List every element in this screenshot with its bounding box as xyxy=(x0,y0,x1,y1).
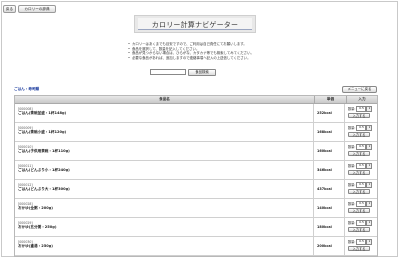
food-name: ごはん(どんぶり大・1杯300g) xyxy=(18,187,70,191)
input-cell: 数量: 0.5 ▾ 入力する xyxy=(345,180,377,198)
category-label: ごはん・寿司類 xyxy=(14,87,39,92)
food-cell: [000029] おかゆ(五分粥・250g) xyxy=(15,218,314,236)
food-name: ごはん(どんぶり小・1杯240g) xyxy=(18,168,70,172)
food-cell: [000008] ごはん(茶碗並盛・1杯148g) xyxy=(15,104,314,122)
add-food-button[interactable]: 入力する xyxy=(348,189,370,194)
quantity-label: 数量: xyxy=(348,126,356,130)
food-name: おかゆ(全粥・200g) xyxy=(18,206,53,210)
notes-list: カロリーはあくまでも目安ですので、ご利用は自己責任にてお願いします。 食品を選択… xyxy=(128,42,298,60)
quantity-line: 数量: 0.5 ▾ xyxy=(348,182,377,188)
quantity-label: 数量: xyxy=(348,221,356,225)
calorie-dictionary-button[interactable]: カロリーの辞典 xyxy=(18,5,56,13)
add-food-button[interactable]: 入力する xyxy=(348,246,370,251)
add-food-button[interactable]: 入力する xyxy=(348,227,370,232)
quantity-line: 数量: 0.5 ▾ xyxy=(348,220,377,226)
quantity-select-arrow-icon[interactable]: ▾ xyxy=(366,201,373,207)
input-cell: 数量: 0.5 ▾ 入力する xyxy=(345,104,377,122)
table-body: [000008] ごはん(茶碗並盛・1杯148g) 252kcal 数量: 0.5 ▾ 入… xyxy=(15,104,377,256)
quantity-line: 数量: 0.5 ▾ xyxy=(348,106,377,112)
quantity-label: 数量: xyxy=(348,164,356,168)
quantity-line: 数量: 0.5 ▾ xyxy=(348,144,377,150)
table-header: 食品名 単価 入力 xyxy=(15,96,377,104)
quantity-label: 数量: xyxy=(348,145,356,149)
quantity-select-arrow-icon[interactable]: ▾ xyxy=(366,144,373,150)
food-cell: [000010] ごはん(子供用茶碗・1杯110g) xyxy=(15,142,314,160)
food-cell: [000012] ごはん(どんぶり大・1杯300g) xyxy=(15,180,314,198)
header-input: 入力 xyxy=(358,97,366,101)
input-cell: 数量: 0.5 ▾ 入力する xyxy=(345,199,377,217)
food-search-input[interactable] xyxy=(150,69,186,75)
calorie-value: 168kcal xyxy=(314,123,345,141)
quantity-label: 数量: xyxy=(348,240,356,244)
table-row: [000011] ごはん(どんぶり小・1杯240g) 346kcal 数量: 0.5 ▾… xyxy=(15,161,377,180)
note-item: 必要な食品があれば、追加しますので連絡事項へ記入の上送信してください。 xyxy=(128,56,298,61)
food-name: ごはん(茶碗小盛・1杯120g) xyxy=(18,130,67,134)
quantity-line: 数量: 0.5 ▾ xyxy=(348,163,377,169)
quantity-select-arrow-icon[interactable]: ▾ xyxy=(366,125,373,131)
quantity-select-arrow-icon[interactable]: ▾ xyxy=(366,106,373,112)
calorie-value: 252kcal xyxy=(314,104,345,122)
table-row: [000028] おかゆ(全粥・200g) 140kcal 数量: 0.5 ▾ 入力する xyxy=(15,199,377,218)
table-row: [000010] ごはん(子供用茶碗・1杯110g) 160kcal 数量: 0.5 ▾… xyxy=(15,142,377,161)
calorie-value: 160kcal xyxy=(314,142,345,160)
quantity-input[interactable]: 0.5 xyxy=(356,201,367,207)
food-search-button[interactable]: 食品検索 xyxy=(188,69,216,76)
add-food-button[interactable]: 入力する xyxy=(348,151,370,156)
quantity-input[interactable]: 0.5 xyxy=(356,125,367,131)
input-cell: 数量: 0.5 ▾ 入力する xyxy=(345,218,377,236)
title-box: カロリー計算ナビゲーター xyxy=(134,15,256,33)
food-name: ごはん(子供用茶碗・1杯110g) xyxy=(18,149,70,153)
table-row: [000009] ごはん(茶碗小盛・1杯120g) 168kcal 数量: 0.5 ▾ 入… xyxy=(15,123,377,142)
input-cell: 数量: 0.5 ▾ 入力する xyxy=(345,161,377,179)
quantity-input[interactable]: 0.5 xyxy=(356,220,367,226)
add-food-button[interactable]: 入力する xyxy=(348,113,370,118)
input-cell: 数量: 0.5 ▾ 入力する xyxy=(345,237,377,255)
input-cell: 数量: 0.5 ▾ 入力する xyxy=(345,123,377,141)
add-food-button[interactable]: 入力する xyxy=(348,132,370,137)
quantity-input[interactable]: 0.5 xyxy=(356,239,367,245)
quantity-input[interactable]: 0.5 xyxy=(356,182,367,188)
calorie-value: 180kcal xyxy=(314,218,345,236)
food-name: おかゆ(五分粥・250g) xyxy=(18,225,57,229)
calorie-value: 140kcal xyxy=(314,199,345,217)
quantity-select-arrow-icon[interactable]: ▾ xyxy=(366,220,373,226)
back-button[interactable]: 戻る xyxy=(3,5,16,13)
table-row: [000008] ごはん(茶碗並盛・1杯148g) 252kcal 数量: 0.5 ▾ 入… xyxy=(15,104,377,123)
input-cell: 数量: 0.5 ▾ 入力する xyxy=(345,142,377,160)
table-row: [000029] おかゆ(五分粥・250g) 180kcal 数量: 0.5 ▾ 入力する xyxy=(15,218,377,237)
quantity-line: 数量: 0.5 ▾ xyxy=(348,125,377,131)
calorie-value: 346kcal xyxy=(314,161,345,179)
page-title: カロリー計算ナビゲーター xyxy=(151,21,239,29)
quantity-label: 数量: xyxy=(348,107,356,111)
food-name: ごはん(茶碗並盛・1杯148g) xyxy=(18,111,67,115)
quantity-input[interactable]: 0.5 xyxy=(356,163,367,169)
quantity-line: 数量: 0.5 ▾ xyxy=(348,201,377,207)
category-text: ごはん・寿司類 xyxy=(14,87,40,91)
food-name: おかゆ(重湯・250g) xyxy=(18,244,53,248)
table-row: [000030] おかゆ(重湯・250g) 200kcal 数量: 0.5 ▾ 入力する xyxy=(15,237,377,256)
quantity-input[interactable]: 0.5 xyxy=(356,144,367,150)
food-cell: [000011] ごはん(どんぶり小・1杯240g) xyxy=(15,161,314,179)
add-food-button[interactable]: 入力する xyxy=(348,208,370,213)
quantity-input[interactable]: 0.5 xyxy=(356,106,367,112)
food-table: 食品名 単価 入力 [000008] ごはん(茶碗並盛・1杯148g) 252kca… xyxy=(14,95,378,257)
quantity-line: 数量: 0.5 ▾ xyxy=(348,239,377,245)
food-cell: [000030] おかゆ(重湯・250g) xyxy=(15,237,314,255)
quantity-label: 数量: xyxy=(348,183,356,187)
food-cell: [000028] おかゆ(全粥・200g) xyxy=(15,199,314,217)
back-to-menu-button[interactable]: メニューに戻る xyxy=(342,86,377,93)
quantity-select-arrow-icon[interactable]: ▾ xyxy=(366,182,373,188)
quantity-select-arrow-icon[interactable]: ▾ xyxy=(366,163,373,169)
quantity-label: 数量: xyxy=(348,202,356,206)
quantity-select-arrow-icon[interactable]: ▾ xyxy=(366,239,373,245)
table-row: [000012] ごはん(どんぶり大・1杯300g) 437kcal 数量: 0.5 ▾… xyxy=(15,180,377,199)
header-calorie: 単価 xyxy=(315,96,347,103)
calorie-value: 437kcal xyxy=(314,180,345,198)
add-food-button[interactable]: 入力する xyxy=(348,170,370,175)
calorie-value: 200kcal xyxy=(314,237,345,255)
food-cell: [000009] ごはん(茶碗小盛・1杯120g) xyxy=(15,123,314,141)
header-food-name: 食品名 xyxy=(15,96,315,103)
